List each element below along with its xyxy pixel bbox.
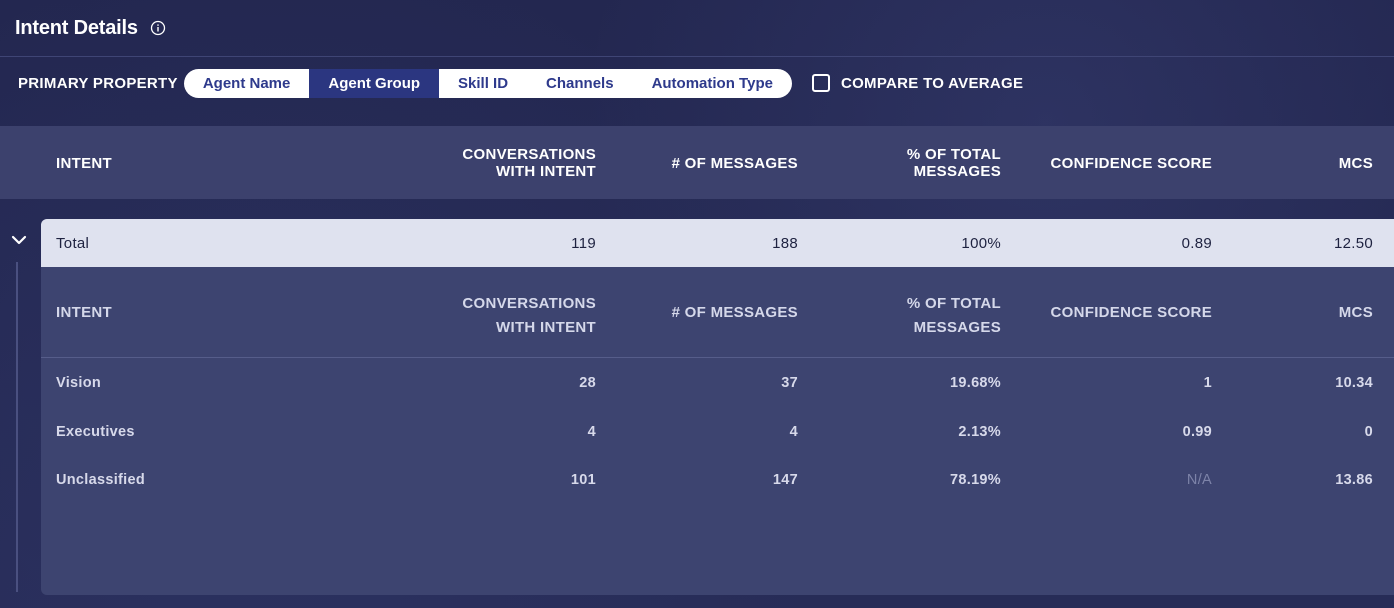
expanded-group-panel: Total 119 188 100% 0.89 12.50 INTENT CON… — [41, 219, 1394, 595]
subcol-header-intent[interactable]: INTENT — [56, 304, 112, 321]
total-row[interactable]: Total 119 188 100% 0.89 12.50 — [41, 219, 1394, 267]
col-header-conversations-line1: CONVERSATIONS — [462, 146, 596, 163]
row-confidence: N/A — [1186, 472, 1212, 488]
pill-channels[interactable]: Channels — [527, 69, 633, 98]
row-mcs: 0 — [1364, 424, 1373, 440]
row-messages: 4 — [789, 424, 798, 440]
col-header-intent[interactable]: INTENT — [56, 155, 112, 172]
col-header-pct-line2: MESSAGES — [913, 163, 1001, 180]
subcol-header-conversations[interactable]: CONVERSATIONS WITH INTENT — [462, 292, 596, 340]
total-conversations: 119 — [571, 235, 596, 252]
total-label: Total — [56, 235, 90, 252]
total-messages: 188 — [772, 235, 798, 252]
subcol-header-pct-line1: % OF TOTAL — [906, 295, 1001, 312]
total-pct: 100% — [961, 235, 1001, 252]
compare-checkbox[interactable] — [811, 74, 830, 92]
pill-agent-name[interactable]: Agent Name — [184, 69, 310, 98]
table-row[interactable]: Unclassified 101 147 78.19% N/A 13.86 — [41, 472, 1394, 520]
table-row[interactable]: Executives 4 4 2.13% 0.99 0 — [41, 424, 1394, 472]
collapse-chevron-icon[interactable] — [10, 233, 28, 247]
subcol-header-mcs[interactable]: MCS — [1339, 304, 1373, 321]
compare-to-average-toggle[interactable]: COMPARE TO AVERAGE — [811, 74, 1024, 92]
subcol-header-pct-total[interactable]: % OF TOTAL MESSAGES — [907, 292, 1001, 340]
total-confidence: 0.89 — [1181, 235, 1212, 252]
info-icon[interactable] — [150, 20, 166, 36]
row-mcs: 13.86 — [1335, 472, 1373, 488]
row-pct: 78.19% — [950, 472, 1001, 488]
primary-property-label: PRIMARY PROPERTY — [18, 74, 178, 92]
table-header: INTENT CONVERSATIONS WITH INTENT # OF ME… — [0, 126, 1394, 199]
row-conversations: 28 — [579, 375, 596, 391]
subcol-header-conversations-line1: CONVERSATIONS — [462, 295, 596, 312]
pill-automation-type[interactable]: Automation Type — [633, 69, 792, 98]
subcol-header-confidence[interactable]: CONFIDENCE SCORE — [1051, 304, 1212, 321]
pill-skill-id[interactable]: Skill ID — [439, 69, 527, 98]
pill-agent-group[interactable]: Agent Group — [309, 68, 440, 98]
row-intent: Executives — [56, 424, 135, 440]
row-pct: 19.68% — [950, 375, 1001, 391]
row-mcs: 10.34 — [1335, 375, 1373, 391]
row-intent: Vision — [56, 375, 102, 391]
row-messages: 147 — [772, 472, 798, 488]
col-header-pct-line1: % OF TOTAL — [906, 146, 1001, 163]
subcol-header-pct-line2: MESSAGES — [913, 319, 1001, 336]
primary-property-segmented-control: Agent Name Agent Group Skill ID Channels… — [183, 68, 792, 98]
col-header-pct-total[interactable]: % OF TOTAL MESSAGES — [907, 146, 1001, 180]
col-header-conversations[interactable]: CONVERSATIONS WITH INTENT — [462, 146, 596, 180]
table-row[interactable]: Vision 28 37 19.68% 1 10.34 — [41, 375, 1394, 423]
col-header-confidence[interactable]: CONFIDENCE SCORE — [1051, 155, 1212, 172]
primary-property-row: PRIMARY PROPERTY Agent Name Agent Group … — [0, 58, 1394, 108]
row-pct: 2.13% — [958, 424, 1001, 440]
row-intent: Unclassified — [56, 472, 146, 488]
col-header-messages[interactable]: # OF MESSAGES — [672, 155, 798, 172]
subcol-header-conversations-line2: WITH INTENT — [496, 319, 596, 336]
col-header-mcs[interactable]: MCS — [1339, 155, 1373, 172]
row-confidence: 1 — [1203, 375, 1212, 391]
page-title: Intent Details — [15, 16, 138, 39]
subtable-header: INTENT CONVERSATIONS WITH INTENT # OF ME… — [41, 267, 1394, 358]
row-confidence: 0.99 — [1182, 424, 1212, 440]
row-conversations: 101 — [570, 472, 596, 488]
compare-label: COMPARE TO AVERAGE — [840, 74, 1024, 92]
subcol-header-messages[interactable]: # OF MESSAGES — [672, 304, 798, 321]
col-header-conversations-line2: WITH INTENT — [496, 163, 596, 180]
tree-connector-line — [16, 262, 18, 592]
title-bar: Intent Details — [0, 0, 1394, 57]
total-mcs: 12.50 — [1333, 235, 1373, 252]
row-messages: 37 — [781, 375, 798, 391]
row-conversations: 4 — [587, 424, 596, 440]
